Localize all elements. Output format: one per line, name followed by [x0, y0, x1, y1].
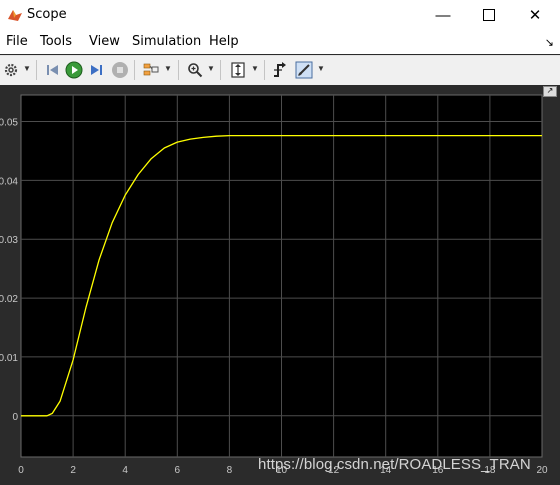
maximize-icon: [483, 9, 495, 21]
y-tick-labels: 0 0.01 0.02 0.03 0.04 0.05: [0, 117, 18, 422]
settings-icon[interactable]: [0, 59, 22, 81]
window-title: Scope: [27, 7, 67, 22]
x-tick-label: 6: [175, 465, 181, 476]
matlab-icon: [8, 10, 22, 21]
layout-dropdown-icon[interactable]: ▼: [164, 64, 172, 73]
toolbar-separator: [178, 60, 179, 80]
settings-dropdown-icon[interactable]: ▼: [23, 64, 31, 73]
watermark-text: https://blog.csdn.net/ROADLESS_TRAN: [258, 456, 531, 473]
zoom-icon[interactable]: [184, 59, 206, 81]
step-forward-icon[interactable]: [86, 59, 108, 81]
menu-tools[interactable]: Tools: [40, 34, 72, 49]
minimize-icon: —: [435, 6, 451, 24]
menu-view[interactable]: View: [89, 34, 120, 49]
toolbar-separator: [36, 60, 37, 80]
toolbar-separator: [264, 60, 265, 80]
x-tick-label: 0: [18, 465, 24, 476]
menu-dock-arrow-icon[interactable]: ↘: [545, 36, 554, 49]
highlight-icon[interactable]: [293, 59, 315, 81]
y-tick-label: 0: [12, 412, 18, 423]
y-tick-label: 0.03: [0, 235, 18, 246]
maximize-button[interactable]: [466, 0, 512, 30]
trigger-icon[interactable]: [269, 59, 291, 81]
highlight-dropdown-icon[interactable]: ▼: [317, 64, 325, 73]
autoscale-dropdown-icon[interactable]: ▼: [251, 64, 259, 73]
stop-icon[interactable]: [109, 59, 131, 81]
menu-file[interactable]: File: [6, 34, 28, 49]
toolbar-separator: [134, 60, 135, 80]
close-button[interactable]: ✕: [512, 0, 558, 30]
y-tick-label: 0.02: [0, 294, 18, 305]
step-back-icon[interactable]: [41, 59, 63, 81]
scope-axes[interactable]: 0 2 4 6 8 10 12 14 16 18 20 00.010.020.030.040.05: [0, 85, 560, 485]
x-tick-label: 2: [70, 465, 76, 476]
menu-bar: [0, 30, 560, 54]
layout-icon[interactable]: [140, 59, 162, 81]
close-icon: ✕: [528, 7, 542, 24]
x-tick-label: 4: [122, 465, 128, 476]
x-tick-label: 8: [227, 465, 233, 476]
y-tick-label: 0.01: [0, 353, 18, 364]
autoscale-icon[interactable]: [227, 59, 249, 81]
menu-help[interactable]: Help: [209, 34, 239, 49]
menu-simulation[interactable]: Simulation: [132, 34, 201, 49]
run-icon[interactable]: [63, 59, 85, 81]
y-tick-label: 0.04: [0, 176, 18, 187]
minimize-button[interactable]: —: [420, 0, 466, 30]
zoom-dropdown-icon[interactable]: ▼: [207, 64, 215, 73]
y-tick-label: 0.05: [0, 117, 18, 128]
x-tick-label: 20: [536, 465, 548, 476]
toolbar-separator: [220, 60, 221, 80]
